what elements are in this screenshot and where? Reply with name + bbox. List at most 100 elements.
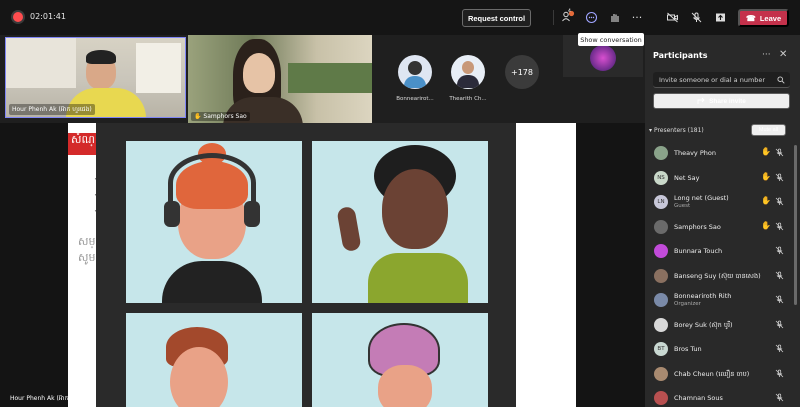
slide-text-line: សូម bbox=[78, 251, 96, 264]
avatar bbox=[451, 55, 485, 89]
panel-more-icon[interactable]: ··· bbox=[762, 50, 771, 60]
chat-button[interactable] bbox=[583, 9, 599, 25]
illustration-panel bbox=[126, 313, 302, 407]
headphones-band bbox=[168, 153, 256, 213]
participant-row[interactable]: Bonneariroth Rith Organizer bbox=[645, 288, 795, 313]
mic-muted-icon[interactable] bbox=[775, 246, 784, 255]
panel-title: Participants bbox=[653, 51, 708, 60]
mic-muted-icon[interactable] bbox=[775, 148, 784, 157]
shared-slide: សំណ្ ✓ ✓ ✓ សម្ សូម bbox=[68, 123, 576, 407]
window-frame bbox=[6, 38, 76, 88]
participant-row[interactable]: LN Long net (Guest) Guest ✋ bbox=[645, 190, 795, 215]
avatar bbox=[654, 268, 668, 283]
participant-name: Chamnan Sous bbox=[674, 394, 723, 402]
participant-name: Net Say bbox=[674, 173, 700, 182]
illustration-panel bbox=[312, 313, 488, 407]
teams-meeting-window: 02:01:41 Request control 4 ··· ☎ Leave S… bbox=[0, 0, 800, 407]
share-invite-button[interactable]: Share invite bbox=[653, 93, 790, 109]
figure-shirt bbox=[162, 261, 262, 303]
avatar bbox=[654, 244, 668, 258]
participant-row[interactable]: Samphors Sao ✋ bbox=[645, 215, 795, 240]
close-icon[interactable]: ✕ bbox=[779, 49, 787, 60]
participant-list: Theavy Phon ✋ NS Net Say ✋ LN Long net (Guest)… bbox=[645, 141, 795, 407]
mic-muted-icon[interactable] bbox=[775, 393, 784, 402]
participant-row[interactable]: Bunnara Touch bbox=[645, 239, 795, 264]
raised-hand-icon: ✋ bbox=[194, 113, 202, 120]
participant-row[interactable]: Borey Suk (ស៊ុក បូរី) bbox=[645, 313, 795, 338]
mic-muted-icon[interactable] bbox=[775, 320, 784, 329]
share-content-button[interactable] bbox=[712, 9, 728, 25]
participant-role: Organizer bbox=[674, 301, 701, 307]
share-invite-label: Share invite bbox=[709, 97, 746, 105]
avatar: LN bbox=[654, 195, 668, 209]
presenter-name: Hour Phenh Ak (អ៊ាក ហួរផេង) bbox=[10, 395, 90, 402]
video-tile-samphors[interactable]: ✋ Samphors Sao bbox=[188, 35, 372, 123]
share-tray-icon bbox=[715, 13, 725, 21]
illustration-panel bbox=[126, 141, 302, 303]
recording-icon bbox=[13, 12, 23, 22]
raised-hand-icon: ✋ bbox=[761, 147, 771, 156]
participant-row[interactable]: Banseng Suy (ស៊ុយ បានសេង) bbox=[645, 264, 795, 289]
participant-row[interactable]: NS Net Say ✋ bbox=[645, 166, 795, 191]
avatar-initials: LN bbox=[657, 199, 665, 205]
figure-head bbox=[378, 365, 432, 407]
meeting-toolbar: 02:01:41 Request control 4 ··· ☎ Leave bbox=[0, 0, 800, 35]
participants-button[interactable]: 4 bbox=[560, 9, 576, 25]
avatar bbox=[654, 219, 668, 234]
mic-muted-icon[interactable] bbox=[775, 173, 784, 182]
participants-badge: 4 bbox=[568, 9, 571, 14]
avatar-tile-bonneariroth[interactable]: Bonnearirot... bbox=[395, 55, 435, 102]
leave-button[interactable]: ☎ Leave bbox=[738, 9, 789, 27]
mic-muted-icon[interactable] bbox=[775, 222, 784, 231]
figure-shirt bbox=[368, 253, 468, 303]
hand-icon bbox=[610, 13, 619, 22]
avatar-figure-body bbox=[404, 76, 426, 88]
main-speaker-name: Hour Phenh Ak (អ៊ាក ហួរផេង) bbox=[9, 104, 95, 115]
mic-muted-icon[interactable] bbox=[775, 197, 784, 206]
avatar-figure-body bbox=[457, 75, 479, 88]
raised-hand-icon: ✋ bbox=[761, 196, 771, 205]
plant-wall bbox=[288, 63, 372, 93]
raised-hand-icon: ✋ bbox=[761, 220, 771, 230]
participant-name: Theavy Phon bbox=[674, 149, 716, 157]
chat-icon bbox=[585, 11, 597, 23]
figure-hand bbox=[336, 205, 362, 253]
mic-muted-icon[interactable] bbox=[775, 369, 784, 378]
camera-off-icon bbox=[666, 12, 678, 22]
mic-off-icon bbox=[691, 12, 701, 22]
camera-toggle-button[interactable] bbox=[664, 9, 680, 25]
more-actions-button[interactable]: ··· bbox=[629, 9, 645, 25]
mic-muted-icon[interactable] bbox=[775, 271, 784, 280]
samphors-name: Samphors Sao bbox=[203, 113, 247, 120]
avatar bbox=[654, 293, 668, 307]
avatar-tile-thearith[interactable]: Thearith Ch... bbox=[448, 55, 488, 102]
participant-row[interactable]: Chab Cheun (ឈឿន ចាប) bbox=[645, 362, 795, 387]
more-participants-button[interactable]: +178 bbox=[505, 55, 539, 89]
participant-row[interactable]: Theavy Phon ✋ bbox=[645, 141, 795, 166]
invite-search-input[interactable]: Invite someone or dial a number bbox=[653, 72, 790, 88]
participant-row[interactable]: Chamnan Sous bbox=[645, 386, 795, 407]
toolbar-divider bbox=[553, 10, 554, 25]
slide-text-line: សម្ bbox=[78, 235, 96, 248]
raise-hand-button[interactable] bbox=[606, 9, 622, 25]
avatar: NS bbox=[654, 170, 668, 185]
participant-role: Guest bbox=[674, 203, 691, 209]
invite-placeholder: Invite someone or dial a number bbox=[659, 75, 766, 84]
panel-scrollbar[interactable] bbox=[794, 145, 797, 305]
participants-panel: Participants ··· ✕ Invite someone or dia… bbox=[645, 35, 800, 407]
avatar: BT bbox=[654, 342, 668, 356]
mic-muted-icon[interactable] bbox=[775, 344, 784, 353]
presenters-section-header[interactable]: ▾ Presenters (181) bbox=[649, 127, 704, 134]
video-tile-main-speaker[interactable]: Hour Phenh Ak (អ៊ាក ហួរផេង) bbox=[5, 37, 186, 118]
mute-all-button[interactable]: Mute all bbox=[751, 124, 786, 136]
self-avatar bbox=[590, 45, 616, 71]
participant-row[interactable]: BT Bros Tun bbox=[645, 337, 795, 362]
avatar bbox=[654, 317, 668, 332]
mic-muted-icon[interactable] bbox=[775, 295, 784, 304]
participant-name: Bunnara Touch bbox=[674, 247, 723, 255]
participant-name: Bros Tun bbox=[674, 345, 702, 353]
mic-toggle-button[interactable] bbox=[688, 9, 704, 25]
participant-name: Borey Suk (ស៊ុក បូរី) bbox=[674, 320, 733, 329]
request-control-button[interactable]: Request control bbox=[462, 9, 531, 27]
show-conversation-tooltip: Show conversation bbox=[578, 33, 644, 46]
